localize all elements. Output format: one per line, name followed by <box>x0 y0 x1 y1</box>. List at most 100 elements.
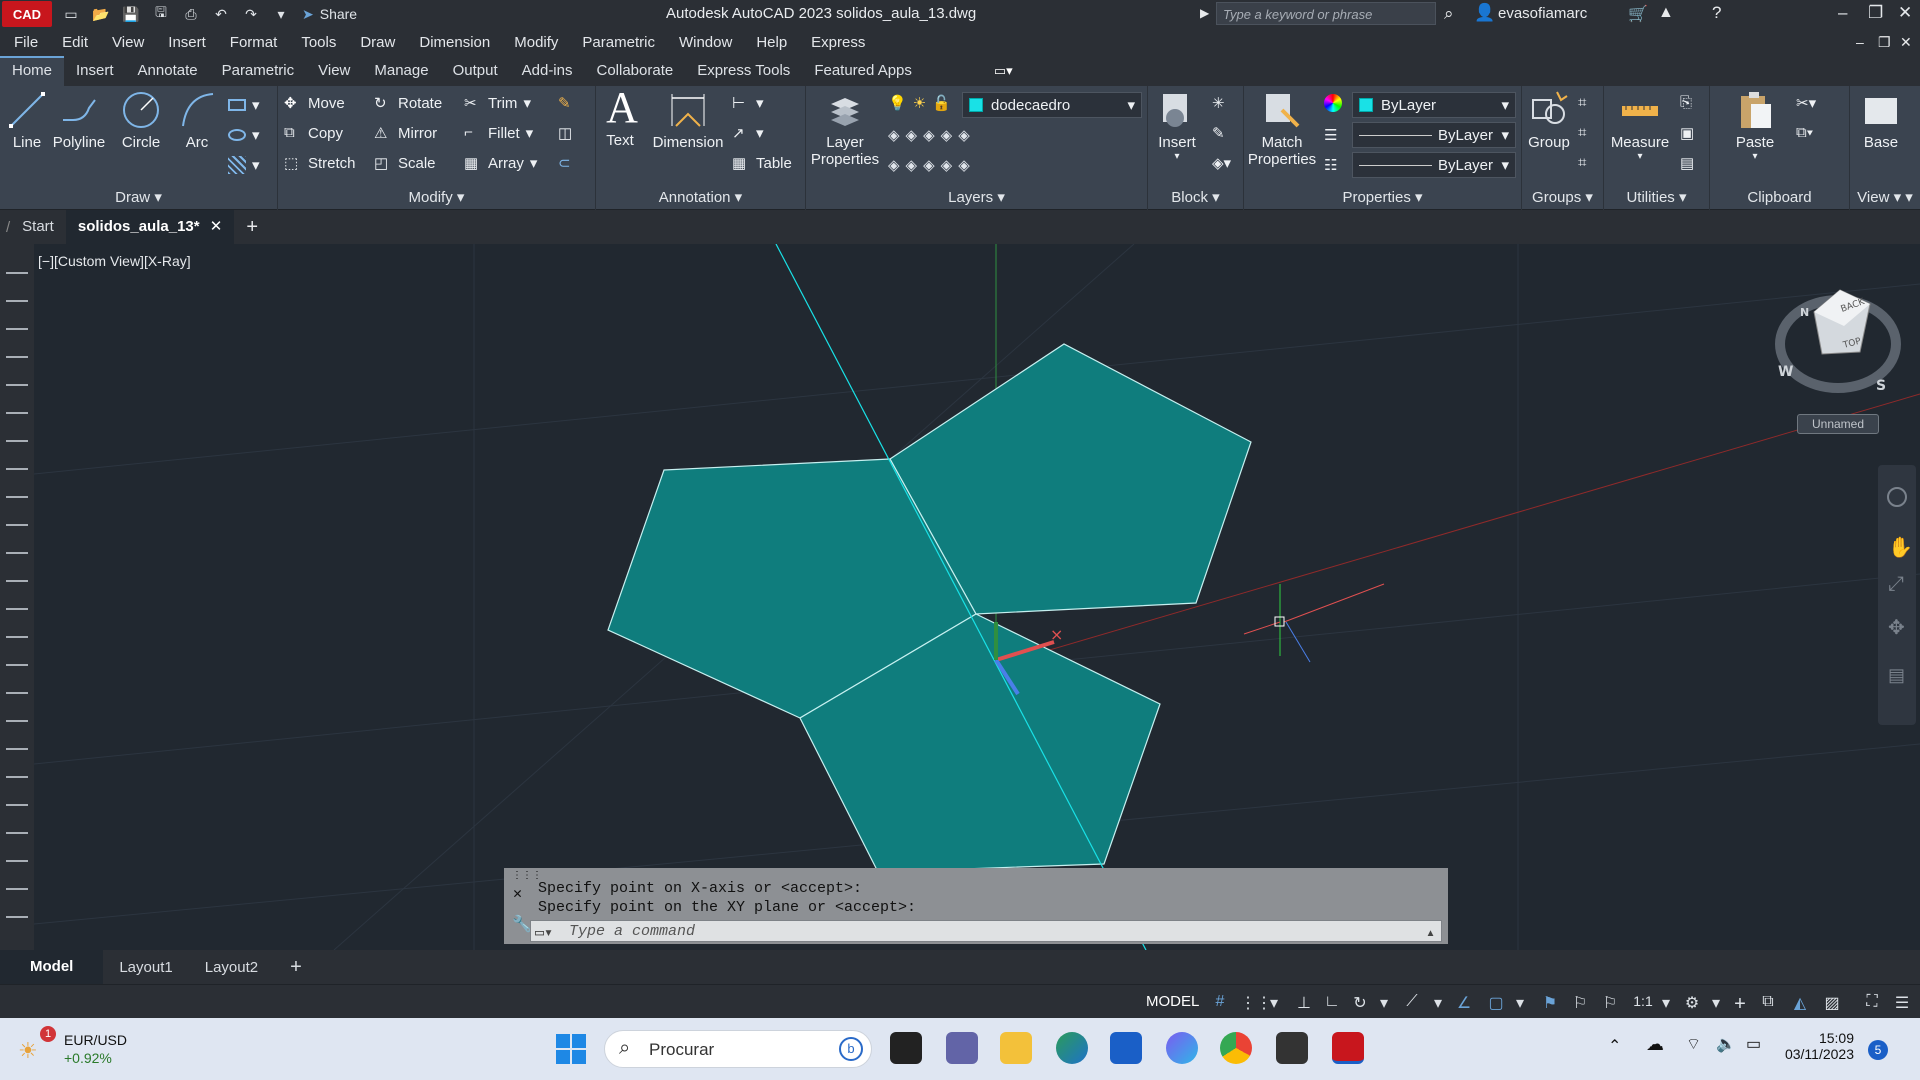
dim-tool-icon[interactable] <box>6 758 28 778</box>
tab-parametric[interactable]: Parametric <box>210 56 307 86</box>
dim-tool-icon[interactable] <box>6 842 28 862</box>
utilities-panel-title[interactable]: Utilities ▾ <box>1604 188 1709 206</box>
block-attributes-icon[interactable]: ◈▾ <box>1212 154 1231 172</box>
hardware-acceleration-icon[interactable]: ◭ <box>1790 993 1810 1012</box>
rotate-button[interactable]: ↻ Rotate <box>374 94 442 113</box>
chrome-icon[interactable] <box>1220 1032 1252 1064</box>
group-edit-icon[interactable]: ⌗ <box>1578 124 1586 141</box>
search-expand-icon[interactable]: ▶ <box>1200 6 1209 20</box>
menu-express[interactable]: Express <box>811 34 865 51</box>
restore-icon[interactable]: ❐ <box>1868 3 1883 23</box>
tab-manage[interactable]: Manage <box>362 56 440 86</box>
dim-tool-icon[interactable] <box>6 898 28 918</box>
customize-menu-icon[interactable]: ☰ <box>1892 993 1912 1012</box>
dim-tool-icon[interactable] <box>6 674 28 694</box>
dim-tool-icon[interactable] <box>6 534 28 554</box>
object-snap-icon[interactable]: ▢ <box>1486 993 1506 1012</box>
tab-add-ins[interactable]: Add-ins <box>510 56 585 86</box>
tab-annotate[interactable]: Annotate <box>126 56 210 86</box>
chevron-down-icon[interactable]: ▾ <box>1374 993 1394 1012</box>
save-as-icon[interactable]: 🖫 <box>150 4 172 23</box>
circle-button[interactable]: Circle <box>114 90 168 151</box>
doc-close-icon[interactable]: ✕ <box>1900 34 1912 51</box>
dim-tool-icon[interactable] <box>6 730 28 750</box>
edge-icon[interactable] <box>1056 1032 1088 1064</box>
model-space-button[interactable]: MODEL <box>1146 993 1199 1010</box>
fullscreen-icon[interactable]: ⛶ <box>1862 993 1882 1011</box>
dim-tool-icon[interactable] <box>6 450 28 470</box>
base-view-button[interactable]: Base <box>1856 90 1906 151</box>
gear-icon[interactable]: ⚙ <box>1682 993 1702 1012</box>
minimize-icon[interactable]: – <box>1838 3 1847 23</box>
zoom-icon[interactable]: ⤢ <box>1888 573 1904 596</box>
save-icon[interactable]: 💾 <box>120 5 142 23</box>
menu-tools[interactable]: Tools <box>301 34 336 51</box>
trim-button[interactable]: ✂ Trim ▾ <box>464 94 531 113</box>
layer-properties-button[interactable]: Layer Properties <box>808 90 882 168</box>
menu-file[interactable]: File <box>14 34 38 51</box>
arc-button[interactable]: Arc <box>174 90 220 151</box>
taskbar-search-input[interactable]: ⌕ Procurar b <box>604 1030 872 1068</box>
scale-button[interactable]: ◰ Scale <box>374 154 436 173</box>
chevron-down-icon[interactable]: ▾ <box>1428 993 1448 1012</box>
paste-button[interactable]: Paste ▾ <box>1730 90 1780 162</box>
quick-select-icon[interactable]: ⎘ <box>1680 94 1692 111</box>
menu-modify[interactable]: Modify <box>514 34 558 51</box>
fillet-button[interactable]: ⌐ Fillet ▾ <box>464 124 533 142</box>
doc-restore-icon[interactable]: ❐ <box>1878 34 1891 51</box>
group-select-icon[interactable]: ⌗ <box>1578 154 1586 171</box>
orbit-icon[interactable]: ✥ <box>1888 615 1905 640</box>
command-history-chevron-icon[interactable]: ▴ <box>1426 923 1435 942</box>
layer-dropdown[interactable]: dodecaedro ▾ <box>962 92 1142 118</box>
modify-panel-title[interactable]: Modify ▾ <box>278 188 595 206</box>
ortho-icon[interactable]: ∟ <box>1322 993 1342 1011</box>
clean-screen-icon[interactable]: ▨ <box>1822 993 1842 1012</box>
dim-tool-icon[interactable] <box>6 618 28 638</box>
ellipse-button[interactable]: ▾ <box>228 126 260 144</box>
search-icon[interactable]: ⌕ <box>1444 4 1454 24</box>
customize-dropdown-icon[interactable]: ▾ <box>270 5 292 23</box>
color-dropdown[interactable]: ByLayer ▾ <box>1352 92 1516 118</box>
properties-panel-title[interactable]: Properties ▾ <box>1244 188 1521 206</box>
store-icon[interactable] <box>1110 1032 1142 1064</box>
hatch-button[interactable]: ▾ <box>228 156 260 174</box>
tab-drawing[interactable]: solidos_aula_13* ✕ <box>65 210 235 244</box>
autodesk-app-icon[interactable]: ▲ <box>1658 4 1674 22</box>
groups-panel-title[interactable]: Groups ▾ <box>1522 188 1603 206</box>
array-button[interactable]: ▦ Array ▾ <box>464 154 537 173</box>
dim-tool-icon[interactable] <box>6 590 28 610</box>
auto-scale-icon[interactable]: ⚐ <box>1570 993 1590 1012</box>
snap-icon[interactable]: ⋮⋮ <box>1240 993 1272 1012</box>
lineweight-dropdown[interactable]: ByLayer ▾ <box>1352 152 1516 178</box>
dim-tool-icon[interactable] <box>6 282 28 302</box>
tab-layout1[interactable]: Layout1 <box>103 959 188 976</box>
layer-state-icons[interactable]: 💡 ☀ 🔓 <box>888 94 951 112</box>
dim-tool-icon[interactable] <box>6 646 28 666</box>
tab-start[interactable]: Start <box>10 210 66 244</box>
dim-tool-icon[interactable] <box>6 478 28 498</box>
annotation-panel-title[interactable]: Annotation ▾ <box>596 188 805 206</box>
tab-model[interactable]: Model <box>0 950 104 984</box>
new-tab-icon[interactable]: + <box>246 216 258 239</box>
teams-icon[interactable] <box>946 1032 978 1064</box>
group-button[interactable]: Group <box>1524 90 1574 151</box>
plot-icon[interactable]: ⎙ <box>180 5 202 23</box>
copilot-icon[interactable] <box>1166 1032 1198 1064</box>
chevron-down-icon[interactable]: ▾ <box>1706 993 1726 1012</box>
copy-clip-icon[interactable]: ⧉▾ <box>1796 124 1813 141</box>
pan-icon[interactable]: ✋ <box>1888 535 1913 560</box>
annotation-visibility-icon[interactable]: ⚑ <box>1540 993 1560 1012</box>
acad-launcher-icon[interactable] <box>1276 1032 1308 1064</box>
dim-tool-icon[interactable] <box>6 870 28 890</box>
match-properties-button[interactable]: Match Properties <box>1246 90 1318 168</box>
mirror-button[interactable]: ⚠ Mirror <box>374 124 437 143</box>
dim-tool-icon[interactable] <box>6 338 28 358</box>
add-layout-icon[interactable]: + <box>274 956 318 979</box>
menu-parametric[interactable]: Parametric <box>582 34 655 51</box>
block-panel-title[interactable]: Block ▾ <box>1148 188 1243 206</box>
lineweight-icon[interactable]: ☰ <box>1324 126 1337 144</box>
dim-tool-icon[interactable] <box>6 254 28 274</box>
color-wheel-icon[interactable] <box>1324 94 1342 112</box>
leader-button[interactable]: ↗ ▾ <box>732 124 764 142</box>
menu-format[interactable]: Format <box>230 34 278 51</box>
